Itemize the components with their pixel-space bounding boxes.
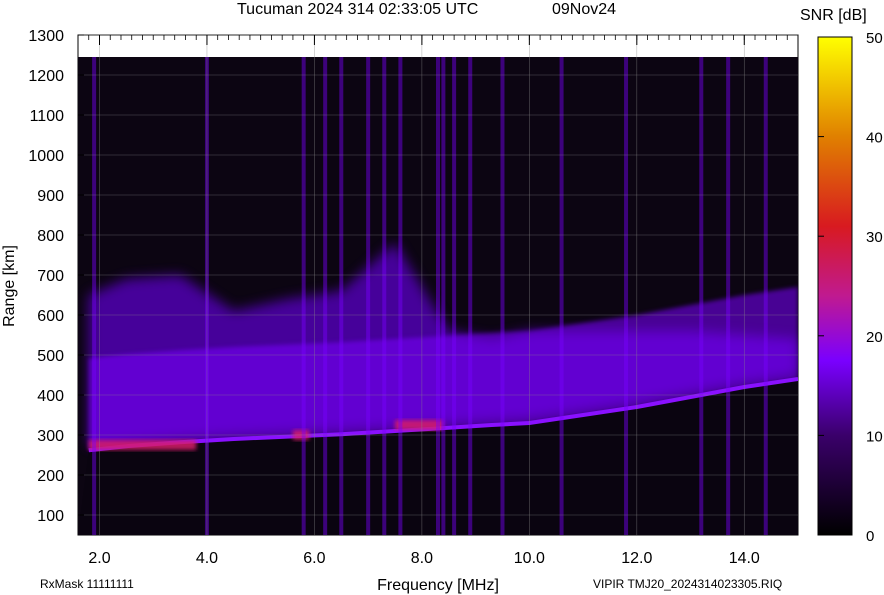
chart-title: Tucuman 2024 314 02:33:05 UTC <box>237 1 478 18</box>
x-tick-label: 12.0 <box>621 550 652 567</box>
interference-line <box>436 57 440 535</box>
rx-mask-label: RxMask 11111111 <box>40 577 134 591</box>
colorbar-tick-label: 20 <box>866 329 883 346</box>
y-tick-label: 400 <box>37 388 64 405</box>
y-tick-label: 1300 <box>28 28 64 45</box>
y-tick-label: 100 <box>37 508 64 525</box>
x-tick-label: 2.0 <box>88 550 110 567</box>
interference-line <box>726 57 731 535</box>
interference-line <box>339 57 344 535</box>
ionogram-chart: Tucuman 2024 314 02:33:05 UTC 09Nov24 2.… <box>1 1 883 594</box>
y-tick-label: 1000 <box>28 148 64 165</box>
x-tick-label: 14.0 <box>729 550 760 567</box>
interference-line <box>452 57 457 535</box>
y-tick-label: 800 <box>37 228 64 245</box>
interference-line <box>92 57 97 535</box>
x-tick-label: 6.0 <box>303 550 325 567</box>
file-name-label: VIPIR TMJ20_2024314023305.RIQ <box>593 577 782 591</box>
y-axis-label: Range [km] <box>1 245 18 327</box>
y-tick-label: 1100 <box>30 108 65 125</box>
colorbar-tick-label: 30 <box>866 229 883 246</box>
y-tick-label: 600 <box>37 308 64 325</box>
interference-line <box>500 57 505 535</box>
x-tick-label: 4.0 <box>196 550 218 567</box>
interference-line <box>301 57 306 535</box>
colorbar-tick-label: 50 <box>866 30 883 47</box>
interference-line <box>366 57 371 535</box>
colorbar-tick-label: 10 <box>866 428 883 445</box>
y-tick-label: 900 <box>37 188 64 205</box>
colorbar-tick-label: 40 <box>866 130 883 147</box>
y-tick-label: 500 <box>37 348 64 365</box>
x-tick-label: 8.0 <box>411 550 433 567</box>
x-tick-label: 10.0 <box>514 550 545 567</box>
interference-line <box>468 57 473 535</box>
interference-line <box>699 57 704 535</box>
y-tick-label: 1200 <box>28 68 64 85</box>
interference-line <box>441 57 446 535</box>
chart-date: 09Nov24 <box>552 1 616 18</box>
interference-line <box>398 57 403 535</box>
colorbar-label: SNR [dB] <box>800 7 867 24</box>
interference-line <box>382 57 387 535</box>
interference-line <box>559 57 564 535</box>
interference-line <box>624 57 629 535</box>
colorbar-tick-label: 0 <box>866 528 874 545</box>
y-tick-label: 700 <box>37 268 64 285</box>
colorbar <box>817 36 853 536</box>
interference-line <box>763 57 768 535</box>
x-axis-label: Frequency [MHz] <box>377 577 499 594</box>
interference-line <box>323 57 328 535</box>
y-tick-label: 300 <box>37 428 64 445</box>
y-tick-label: 200 <box>37 468 64 485</box>
strong-echo <box>88 440 197 450</box>
